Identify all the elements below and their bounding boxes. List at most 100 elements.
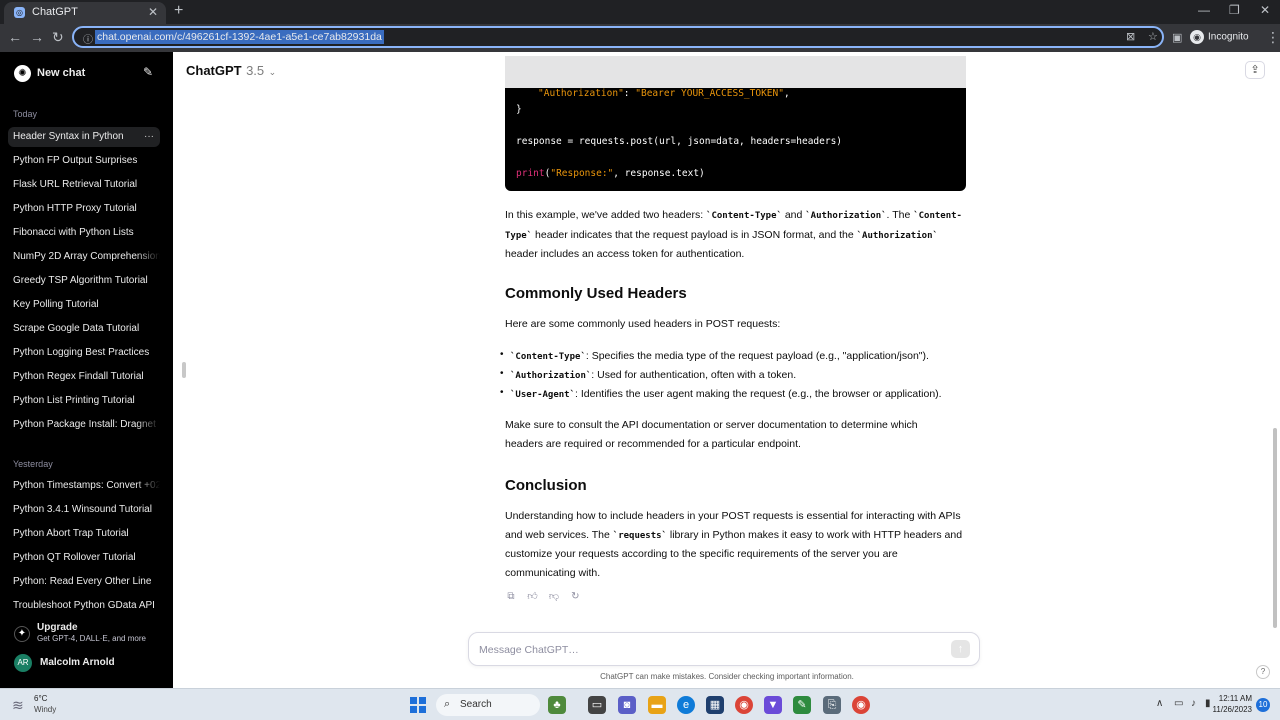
sidebar-section-yesterday: Yesterday xyxy=(13,459,53,469)
weather-temperature[interactable]: 6°C xyxy=(34,694,47,703)
help-icon[interactable]: ? xyxy=(1256,665,1270,679)
browser-tab[interactable]: ◎ ChatGPT ✕ xyxy=(4,2,166,24)
list-item: `Authorization`: Used for authentication… xyxy=(510,369,797,381)
sidebar-chat-item[interactable]: Python FP Output Surprises xyxy=(8,151,160,171)
sidebar-chat-item[interactable]: Python QT Rollover Tutorial xyxy=(8,548,160,568)
chat-title: Python 3.4.1 Winsound Tutorial xyxy=(13,504,152,515)
new-chat-button[interactable]: ✺ New chat ✎ xyxy=(6,62,162,86)
windows-start-icon[interactable] xyxy=(410,697,426,713)
tab-title: ChatGPT xyxy=(32,6,78,18)
sidebar-chat-item[interactable]: Python Regex Findall Tutorial xyxy=(8,367,160,387)
section-heading: Commonly Used Headers xyxy=(505,285,687,302)
store-icon[interactable]: ▦ xyxy=(706,696,724,714)
edit-icon[interactable]: ✎ xyxy=(143,65,153,79)
chat-title: Python: Read Every Other Line xyxy=(13,576,152,587)
url-text[interactable]: chat.openai.com/c/496261cf-1392-4ae1-a5e… xyxy=(95,30,384,44)
regenerate-icon[interactable]: ↻ xyxy=(569,591,581,602)
side-panel-icon[interactable]: ▣ xyxy=(1172,30,1182,46)
sidebar-chat-item[interactable]: Scrape Google Data Tutorial xyxy=(8,319,160,339)
forward-icon[interactable]: → xyxy=(30,29,44,45)
bullet-icon: • xyxy=(500,368,504,379)
network-icon[interactable]: ▭ xyxy=(1174,698,1183,709)
taskbar-search[interactable]: ⌕ Search xyxy=(436,694,540,716)
back-icon[interactable]: ← xyxy=(8,29,22,45)
chat-title: Python Abort Trap Tutorial xyxy=(13,528,129,539)
chat-title: Flask URL Retrieval Tutorial xyxy=(13,179,138,190)
chatgpt-favicon-icon: ◎ xyxy=(14,7,25,18)
no-tracking-icon[interactable]: ⊠ xyxy=(1126,30,1135,43)
bookmark-star-icon[interactable]: ☆ xyxy=(1148,30,1158,43)
minimize-icon[interactable]: — xyxy=(1198,3,1210,17)
sidebar-chat-item[interactable]: NumPy 2D Array Comprehension xyxy=(8,247,160,267)
avatar: AR xyxy=(14,654,32,672)
incognito-indicator[interactable]: ◉ Incognito xyxy=(1190,30,1249,44)
message-input[interactable] xyxy=(479,641,919,659)
sidebar-chat-item[interactable]: Greedy TSP Algorithm Tutorial xyxy=(8,271,160,291)
sidebar-chat-item[interactable]: Python List Printing Tutorial xyxy=(8,391,160,411)
task-view-icon[interactable]: ▭ xyxy=(588,696,606,714)
address-bar[interactable]: ⓘ chat.openai.com/c/496261cf-1392-4ae1-a… xyxy=(72,26,1164,48)
sidebar-chat-item[interactable]: Fibonacci with Python Lists xyxy=(8,223,160,243)
vpn-app-icon[interactable]: ▼ xyxy=(764,696,782,714)
paragraph: In this example, we've added two headers… xyxy=(505,209,962,260)
sidebar-chat-item[interactable]: Header Syntax in Python ··· xyxy=(8,127,160,147)
upgrade-button[interactable]: ✦ Upgrade Get GPT-4, DALL·E, and more xyxy=(8,620,160,648)
sidebar-toggle-handle[interactable] xyxy=(182,362,186,378)
volume-icon[interactable]: ♪ xyxy=(1191,698,1196,709)
browser-tabstrip: ◎ ChatGPT ✕ + — ❐ ✕ xyxy=(0,0,1280,24)
browser-menu-icon[interactable]: ⋮ xyxy=(1266,29,1280,45)
clock-time[interactable]: 12:11 AM xyxy=(1212,694,1252,703)
chat-title: Python Package Install: Dragnet xyxy=(13,419,156,430)
message-composer xyxy=(468,632,980,666)
sidebar-chat-item[interactable]: Troubleshoot Python GData API xyxy=(8,596,160,616)
share-icon[interactable]: ⇪ xyxy=(1245,61,1265,79)
chat-title: Python List Printing Tutorial xyxy=(13,395,135,406)
spreadsheet-app-icon[interactable]: ✎ xyxy=(793,696,811,714)
thumbs-up-icon[interactable]: 👍︎ xyxy=(526,590,538,602)
model-selector[interactable]: ChatGPT 3.5 ⌄ xyxy=(186,62,276,80)
user-menu-button[interactable]: AR Malcolm Arnold xyxy=(8,652,160,674)
chat-title: Fibonacci with Python Lists xyxy=(13,227,134,238)
edge-icon[interactable]: e xyxy=(677,696,695,714)
sidebar-chat-item[interactable]: Python Package Install: Dragnet xyxy=(8,415,160,435)
sidebar-chat-item[interactable]: Flask URL Retrieval Tutorial xyxy=(8,175,160,195)
notification-badge[interactable]: 10 xyxy=(1256,698,1270,712)
network-tool-icon[interactable]: ⎘ xyxy=(823,696,841,714)
sidebar-chat-item[interactable]: Python Timestamps: Convert +02 xyxy=(8,476,160,496)
chrome-active-icon[interactable]: ◉ xyxy=(852,696,870,714)
tree-widget-icon[interactable]: ♣ xyxy=(548,696,566,714)
bullet-icon: • xyxy=(500,387,504,398)
upgrade-title: Upgrade xyxy=(37,622,78,633)
send-arrow-icon[interactable]: ↑ xyxy=(951,640,970,658)
list-item: `Content-Type`: Specifies the media type… xyxy=(510,350,929,362)
site-info-icon[interactable]: ⓘ xyxy=(82,31,94,46)
thumbs-down-icon[interactable]: 👎︎ xyxy=(548,590,560,602)
file-explorer-icon[interactable]: ▬ xyxy=(648,696,666,714)
tray-overflow-icon[interactable]: ∧ xyxy=(1156,698,1163,709)
chrome-icon[interactable]: ◉ xyxy=(735,696,753,714)
clock-date[interactable]: 11/26/2023 xyxy=(1206,705,1252,714)
copy-icon[interactable]: ⧉ xyxy=(505,591,517,602)
sidebar-chat-item[interactable]: Python 3.4.1 Winsound Tutorial xyxy=(8,500,160,520)
bullet-icon: • xyxy=(500,349,504,360)
reload-icon[interactable]: ↻ xyxy=(52,29,64,45)
teams-chat-icon[interactable]: ◙ xyxy=(618,696,636,714)
new-tab-icon[interactable]: + xyxy=(174,3,183,19)
paragraph: Make sure to consult the API documentati… xyxy=(505,419,918,450)
more-options-icon[interactable]: ··· xyxy=(144,127,154,147)
restore-icon[interactable]: ❐ xyxy=(1229,3,1240,17)
chat-title: Python Logging Best Practices xyxy=(13,347,150,358)
weather-wind-icon[interactable]: ≋ xyxy=(12,697,24,714)
sidebar-chat-item[interactable]: Python HTTP Proxy Tutorial xyxy=(8,199,160,219)
sidebar-chat-item[interactable]: Python Abort Trap Tutorial xyxy=(8,524,160,544)
browser-toolbar: ← → ↻ ⓘ chat.openai.com/c/496261cf-1392-… xyxy=(0,24,1280,52)
close-tab-icon[interactable]: ✕ xyxy=(148,5,158,19)
sidebar-chat-item[interactable]: Python: Read Every Other Line xyxy=(8,572,160,592)
scrollbar[interactable] xyxy=(1273,428,1277,628)
sidebar-chat-item[interactable]: Key Polling Tutorial xyxy=(8,295,160,315)
upgrade-subtitle: Get GPT-4, DALL·E, and more xyxy=(37,634,146,643)
chevron-down-icon: ⌄ xyxy=(268,67,277,77)
close-window-icon[interactable]: ✕ xyxy=(1260,3,1270,17)
sidebar-chat-item[interactable]: Python Logging Best Practices xyxy=(8,343,160,363)
weather-description[interactable]: Windy xyxy=(34,705,56,714)
